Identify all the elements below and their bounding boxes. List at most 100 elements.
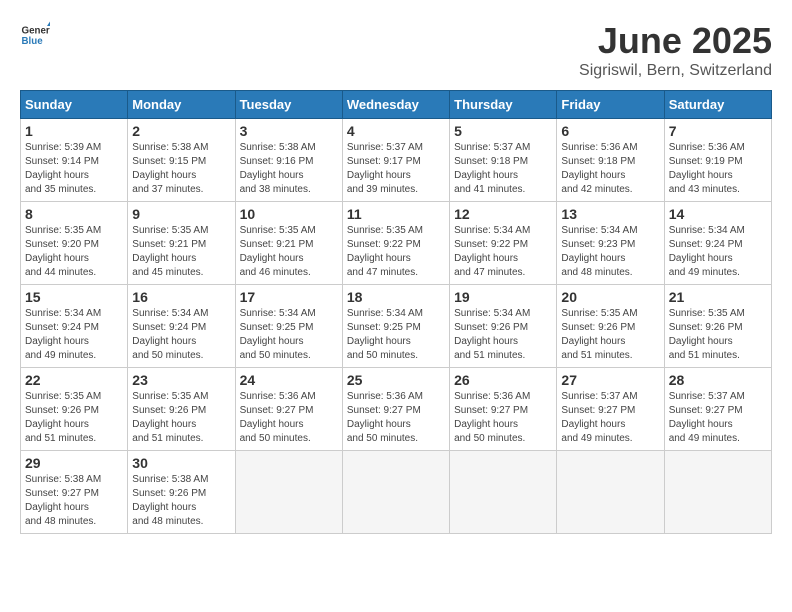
day-number: 6 [561, 123, 659, 139]
day-info: Sunrise: 5:34 AMSunset: 9:22 PMDaylight … [454, 224, 552, 280]
day-number: 24 [240, 372, 338, 388]
table-row: 5 Sunrise: 5:37 AMSunset: 9:18 PMDaylight… [450, 119, 557, 202]
day-number: 8 [25, 206, 123, 222]
table-row [664, 451, 771, 534]
table-row: 8 Sunrise: 5:35 AMSunset: 9:20 PMDaylight… [21, 202, 128, 285]
location-title: Sigriswil, Bern, Switzerland [579, 62, 772, 80]
day-number: 22 [25, 372, 123, 388]
day-number: 13 [561, 206, 659, 222]
day-info: Sunrise: 5:37 AMSunset: 9:17 PMDaylight … [347, 141, 445, 197]
day-number: 16 [132, 289, 230, 305]
day-number: 10 [240, 206, 338, 222]
table-row: 11Sunrise: 5:35 AMSunset: 9:22 PMDayligh… [342, 202, 449, 285]
day-number: 30 [132, 455, 230, 471]
day-info: Sunrise: 5:38 AMSunset: 9:27 PMDaylight … [25, 473, 123, 529]
calendar-table: Sunday Monday Tuesday Wednesday Thursday… [20, 90, 772, 534]
calendar-week-row: 8 Sunrise: 5:35 AMSunset: 9:20 PMDaylight… [21, 202, 772, 285]
day-info: Sunrise: 5:34 AMSunset: 9:23 PMDaylight … [561, 224, 659, 280]
day-info: Sunrise: 5:37 AMSunset: 9:27 PMDaylight … [561, 390, 659, 446]
day-number: 4 [347, 123, 445, 139]
table-row: 12 Sunrise: 5:34 AMSunset: 9:22 PMDayligh… [450, 202, 557, 285]
svg-text:General: General [22, 26, 51, 37]
day-info: Sunrise: 5:34 AMSunset: 9:24 PMDaylight … [25, 307, 123, 363]
day-number: 2 [132, 123, 230, 139]
day-number: 29 [25, 455, 123, 471]
table-row: 4 Sunrise: 5:37 AMSunset: 9:17 PMDaylight… [342, 119, 449, 202]
table-row: 14 Sunrise: 5:34 AMSunset: 9:24 PMDayligh… [664, 202, 771, 285]
table-row: 30Sunrise: 5:38 AMSunset: 9:26 PMDayligh… [128, 451, 235, 534]
table-row: 25 Sunrise: 5:36 AMSunset: 9:27 PMDayligh… [342, 368, 449, 451]
logo: General Blue [20, 20, 50, 50]
day-number: 23 [132, 372, 230, 388]
table-row: 16 Sunrise: 5:34 AMSunset: 9:24 PMDayligh… [128, 285, 235, 368]
day-info: Sunrise: 5:34 AMSunset: 9:25 PMDaylight … [347, 307, 445, 363]
header-row: Sunday Monday Tuesday Wednesday Thursday… [21, 91, 772, 119]
day-info: Sunrise: 5:37 AMSunset: 9:18 PMDaylight … [454, 141, 552, 197]
header-saturday: Saturday [664, 91, 771, 119]
day-info: Sunrise: 5:34 AMSunset: 9:24 PMDaylight … [132, 307, 230, 363]
day-info: Sunrise: 5:36 AMSunset: 9:27 PMDaylight … [347, 390, 445, 446]
header-friday: Friday [557, 91, 664, 119]
header-thursday: Thursday [450, 91, 557, 119]
table-row: 7Sunrise: 5:36 AMSunset: 9:19 PMDaylight… [664, 119, 771, 202]
table-row: 28 Sunrise: 5:37 AMSunset: 9:27 PMDayligh… [664, 368, 771, 451]
table-row: 20Sunrise: 5:35 AMSunset: 9:26 PMDayligh… [557, 285, 664, 368]
day-number: 28 [669, 372, 767, 388]
header-tuesday: Tuesday [235, 91, 342, 119]
table-row: 26 Sunrise: 5:36 AMSunset: 9:27 PMDayligh… [450, 368, 557, 451]
day-number: 9 [132, 206, 230, 222]
day-info: Sunrise: 5:36 AMSunset: 9:27 PMDaylight … [454, 390, 552, 446]
table-row: 21 Sunrise: 5:35 AMSunset: 9:26 PMDayligh… [664, 285, 771, 368]
day-number: 14 [669, 206, 767, 222]
table-row: 29 Sunrise: 5:38 AMSunset: 9:27 PMDayligh… [21, 451, 128, 534]
table-row: 22 Sunrise: 5:35 AMSunset: 9:26 PMDayligh… [21, 368, 128, 451]
day-number: 20 [561, 289, 659, 305]
table-row: 23Sunrise: 5:35 AMSunset: 9:26 PMDayligh… [128, 368, 235, 451]
day-info: Sunrise: 5:35 AMSunset: 9:26 PMDaylight … [669, 307, 767, 363]
table-row [342, 451, 449, 534]
header-wednesday: Wednesday [342, 91, 449, 119]
table-row: 6 Sunrise: 5:36 AMSunset: 9:18 PMDaylight… [557, 119, 664, 202]
day-info: Sunrise: 5:35 AMSunset: 9:20 PMDaylight … [25, 224, 123, 280]
day-number: 26 [454, 372, 552, 388]
day-info: Sunrise: 5:36 AMSunset: 9:18 PMDaylight … [561, 141, 659, 197]
day-number: 7 [669, 123, 767, 139]
day-info: Sunrise: 5:34 AMSunset: 9:25 PMDaylight … [240, 307, 338, 363]
title-area: June 2025 Sigriswil, Bern, Switzerland [579, 20, 772, 80]
calendar-week-row: 29 Sunrise: 5:38 AMSunset: 9:27 PMDayligh… [21, 451, 772, 534]
table-row: 18Sunrise: 5:34 AMSunset: 9:25 PMDayligh… [342, 285, 449, 368]
day-number: 27 [561, 372, 659, 388]
day-number: 1 [25, 123, 123, 139]
calendar-week-row: 1 Sunrise: 5:39 AMSunset: 9:14 PMDaylight… [21, 119, 772, 202]
day-number: 15 [25, 289, 123, 305]
day-number: 5 [454, 123, 552, 139]
calendar-week-row: 22 Sunrise: 5:35 AMSunset: 9:26 PMDayligh… [21, 368, 772, 451]
day-info: Sunrise: 5:38 AMSunset: 9:16 PMDaylight … [240, 141, 338, 197]
table-row [235, 451, 342, 534]
header-monday: Monday [128, 91, 235, 119]
table-row: 1 Sunrise: 5:39 AMSunset: 9:14 PMDaylight… [21, 119, 128, 202]
day-number: 3 [240, 123, 338, 139]
day-number: 21 [669, 289, 767, 305]
page-header: General Blue June 2025 Sigriswil, Bern, … [20, 20, 772, 80]
day-info: Sunrise: 5:35 AMSunset: 9:26 PMDaylight … [25, 390, 123, 446]
day-number: 25 [347, 372, 445, 388]
day-number: 12 [454, 206, 552, 222]
table-row: 13 Sunrise: 5:34 AMSunset: 9:23 PMDayligh… [557, 202, 664, 285]
logo-icon: General Blue [20, 20, 50, 50]
day-number: 11 [347, 206, 445, 222]
day-info: Sunrise: 5:38 AMSunset: 9:15 PMDaylight … [132, 141, 230, 197]
table-row: 9Sunrise: 5:35 AMSunset: 9:21 PMDaylight… [128, 202, 235, 285]
table-row: 10Sunrise: 5:35 AMSunset: 9:21 PMDayligh… [235, 202, 342, 285]
table-row: 2 Sunrise: 5:38 AMSunset: 9:15 PMDaylight… [128, 119, 235, 202]
day-info: Sunrise: 5:39 AMSunset: 9:14 PMDaylight … [25, 141, 123, 197]
table-row: 27 Sunrise: 5:37 AMSunset: 9:27 PMDayligh… [557, 368, 664, 451]
header-sunday: Sunday [21, 91, 128, 119]
table-row: 3 Sunrise: 5:38 AMSunset: 9:16 PMDaylight… [235, 119, 342, 202]
day-info: Sunrise: 5:34 AMSunset: 9:26 PMDaylight … [454, 307, 552, 363]
day-number: 19 [454, 289, 552, 305]
svg-text:Blue: Blue [22, 36, 44, 47]
table-row: 17Sunrise: 5:34 AMSunset: 9:25 PMDayligh… [235, 285, 342, 368]
day-info: Sunrise: 5:34 AMSunset: 9:24 PMDaylight … [669, 224, 767, 280]
day-info: Sunrise: 5:37 AMSunset: 9:27 PMDaylight … [669, 390, 767, 446]
